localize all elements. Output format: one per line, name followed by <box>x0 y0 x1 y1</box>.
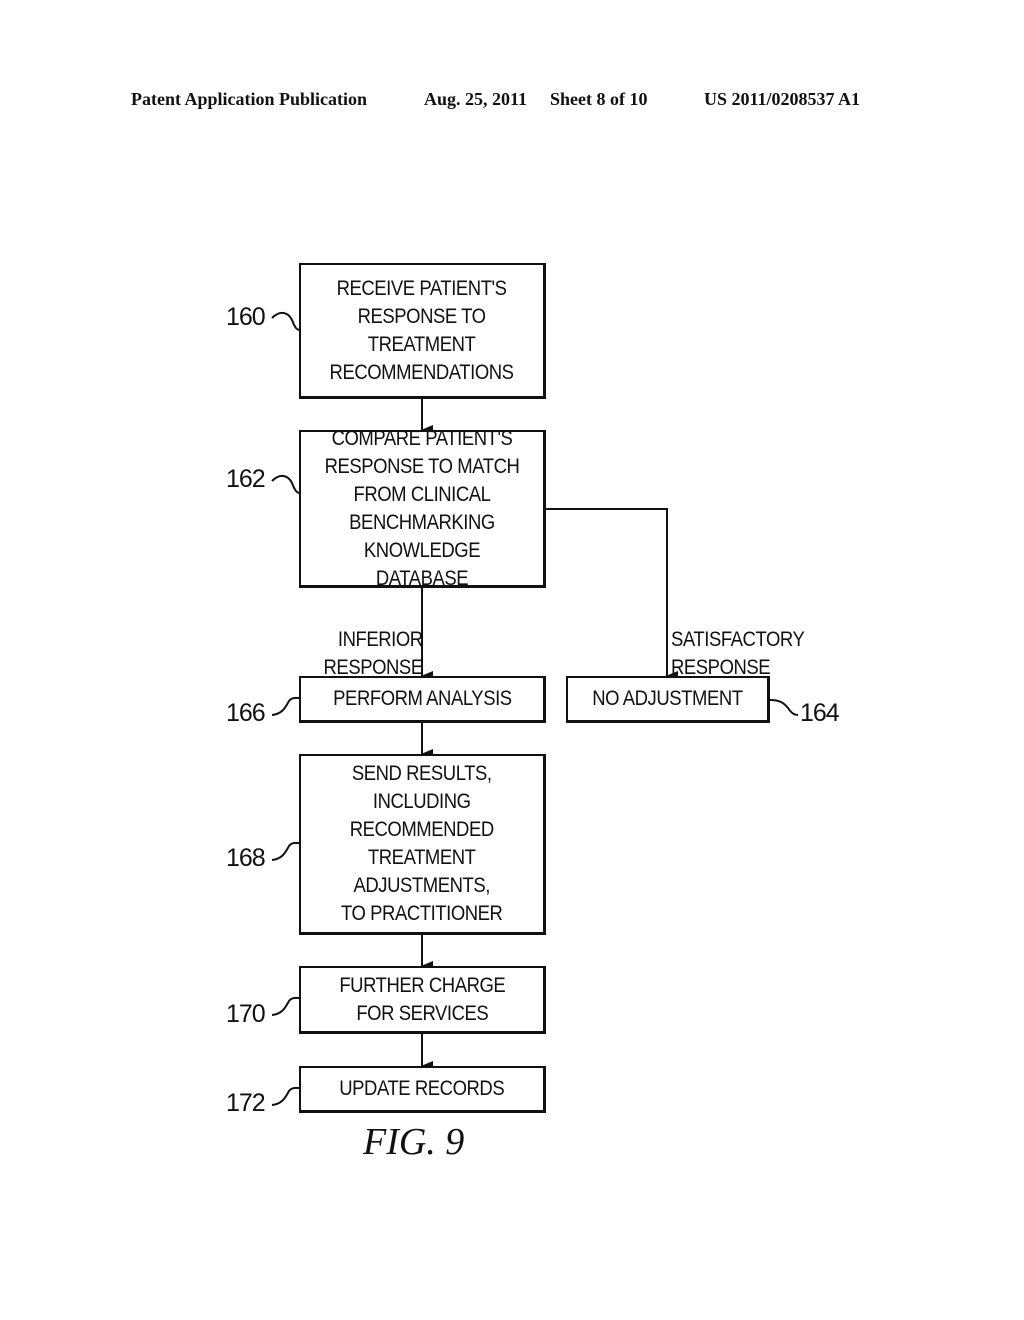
step-164-box: NO ADJUSTMENT <box>566 676 770 723</box>
step-162-box: COMPARE PATIENT'S RESPONSE TO MATCH FROM… <box>299 427 546 590</box>
ref-160: 160 <box>226 303 266 331</box>
ref-170: 170 <box>226 1000 266 1028</box>
step-160-text: RECEIVE PATIENT'S RESPONSE TO TREATMENT … <box>329 276 515 384</box>
step-164-text: NO ADJUSTMENT <box>592 687 743 710</box>
leader-170 <box>271 996 301 1016</box>
step-172-box: UPDATE RECORDS <box>299 1066 546 1113</box>
step-160-box: RECEIVE PATIENT'S RESPONSE TO TREATMENT … <box>299 263 546 399</box>
ref-164: 164 <box>800 699 840 727</box>
ref-162: 162 <box>226 465 266 493</box>
leader-160 <box>271 312 301 331</box>
step-166-text: PERFORM ANALYSIS <box>332 687 512 710</box>
step-166-box: PERFORM ANALYSIS <box>299 676 546 723</box>
arrow-162-to-164 <box>545 508 678 681</box>
branch-label-satisfactory-text: SATISFACTORY RESPONSE <box>671 628 805 679</box>
branch-label-inferior: INFERIOR RESPONSE <box>310 598 424 682</box>
step-170-text: FURTHER CHARGE FOR SERVICES <box>339 973 505 1025</box>
step-172-text: UPDATE RECORDS <box>339 1077 505 1100</box>
branch-label-inferior-text: INFERIOR RESPONSE <box>323 628 424 679</box>
leader-166 <box>271 696 301 716</box>
step-168-text: SEND RESULTS, INCLUDING RECOMMENDED TREA… <box>341 762 503 925</box>
ref-168: 168 <box>226 844 266 872</box>
leader-168 <box>271 841 301 861</box>
leader-164 <box>769 699 799 716</box>
step-168-box: SEND RESULTS, INCLUDING RECOMMENDED TREA… <box>299 754 546 935</box>
flow-connectors <box>271 312 799 1106</box>
leader-162 <box>271 475 301 494</box>
step-170-box: FURTHER CHARGE FOR SERVICES <box>299 966 546 1034</box>
branch-label-satisfactory: SATISFACTORY RESPONSE <box>671 598 823 682</box>
figure-label: FIG. 9 <box>363 1121 465 1163</box>
ref-166: 166 <box>226 699 266 727</box>
ref-172: 172 <box>226 1089 266 1117</box>
leader-172 <box>271 1086 301 1106</box>
step-162-text: COMPARE PATIENT'S RESPONSE TO MATCH FROM… <box>324 426 520 590</box>
